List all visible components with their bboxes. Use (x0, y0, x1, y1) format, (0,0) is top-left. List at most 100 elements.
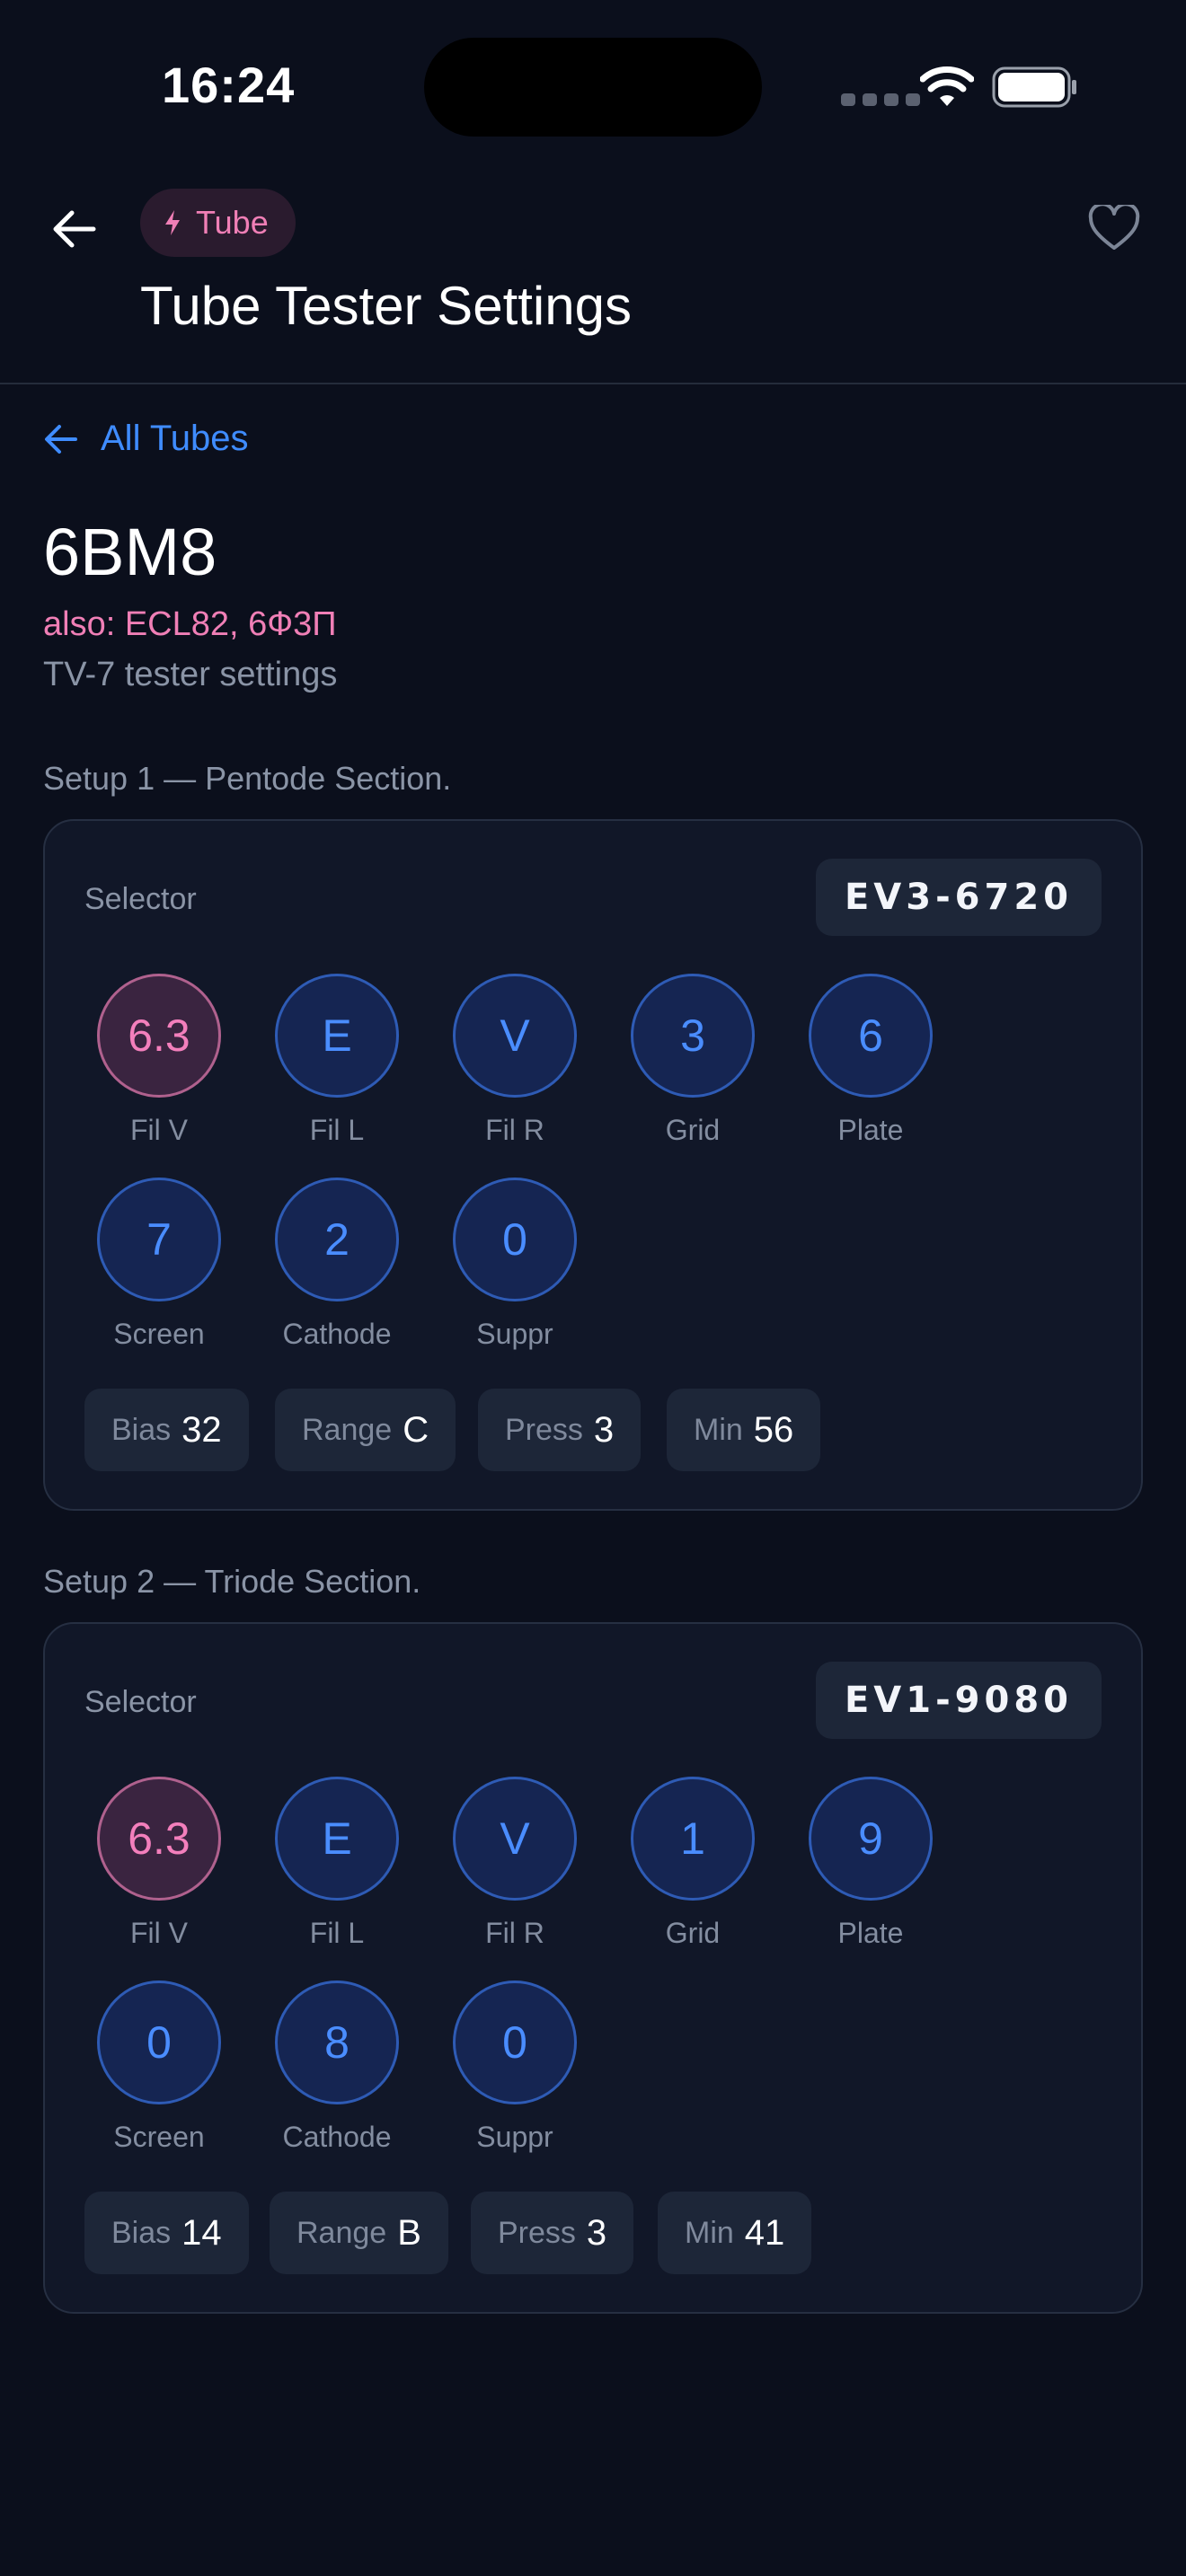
param-key: Press (498, 2215, 576, 2250)
dial-caption: Suppr (476, 2121, 553, 2153)
selector-code: EV3-6720 (815, 859, 1102, 936)
param-press: Press 3 (471, 2192, 634, 2274)
dial-suppr: 0 Suppr (426, 1981, 604, 2154)
status-time: 16:24 (162, 57, 296, 113)
param-key: Bias (111, 2215, 172, 2250)
dial-grid: 1 Grid (604, 1777, 782, 1950)
dial-value: 6.3 (97, 974, 221, 1098)
dial-suppr: 0 Suppr (426, 1178, 604, 1351)
dial-caption: Cathode (282, 1318, 392, 1350)
dial-fil-r: V Fil R (426, 974, 604, 1147)
setup-label: Setup 1 — Pentode Section. (43, 760, 452, 797)
dial-value: 3 (631, 974, 755, 1098)
selector-code: EV1-9080 (815, 1662, 1102, 1739)
arrow-left-icon (45, 424, 77, 454)
dynamic-island (424, 38, 762, 137)
header: Tube Tube Tester Settings (0, 171, 1186, 384)
dial-caption: Grid (665, 1917, 721, 1949)
param-key: Range (296, 2215, 387, 2250)
dial-value: 6.3 (97, 1777, 221, 1901)
selector-label: Selector (84, 1685, 197, 1719)
param-value: 41 (744, 2212, 785, 2253)
selector-label: Selector (84, 882, 197, 916)
wifi-icon (920, 66, 974, 106)
param-key: Bias (111, 1412, 172, 1447)
dial-caption: Cathode (282, 2121, 392, 2153)
dial-grid: 3 Grid (604, 974, 782, 1147)
dial-value: V (453, 1777, 577, 1901)
status-bar: 16:24 (0, 0, 1186, 171)
all-tubes-link[interactable]: All Tubes (43, 419, 249, 459)
dial-value: 0 (453, 1178, 577, 1301)
heart-icon (1088, 205, 1140, 250)
dial-cathode: 8 Cathode (248, 1981, 426, 2154)
param-value: B (397, 2212, 421, 2253)
param-value: 14 (181, 2212, 222, 2253)
dial-fil-l: E Fil L (248, 1777, 426, 1950)
param-bias: Bias 32 (84, 1389, 249, 1471)
dial-caption: Fil V (130, 1114, 188, 1146)
param-value: 56 (753, 1409, 794, 1450)
param-key: Min (685, 2215, 734, 2250)
dial-caption: Fil R (485, 1917, 544, 1949)
dial-value: 9 (809, 1777, 933, 1901)
dial-value: 2 (275, 1178, 399, 1301)
dial-value: 0 (453, 1981, 577, 2104)
dial-screen: 7 Screen (70, 1178, 248, 1351)
dial-value: 6 (809, 974, 933, 1098)
param-press: Press 3 (478, 1389, 642, 1471)
setup-card: Selector EV3-6720 6.3 Fil V E Fil L V Fi… (43, 819, 1143, 1511)
param-range: Range C (275, 1389, 456, 1471)
param-bias: Bias 14 (84, 2192, 249, 2274)
param-value: 3 (586, 2212, 607, 2253)
param-key: Min (694, 1412, 743, 1447)
dial-caption: Plate (837, 1114, 904, 1146)
dial-caption: Screen (113, 2121, 205, 2153)
dial-value: 1 (631, 1777, 755, 1901)
param-value: 32 (181, 1409, 222, 1450)
screen: 16:24 Tube Tube Tester Settings All Tube… (0, 0, 1186, 2576)
dial-screen: 0 Screen (70, 1981, 248, 2154)
dial-value: E (275, 974, 399, 1098)
dial-plate: 6 Plate (782, 974, 960, 1147)
dial-value: V (453, 974, 577, 1098)
dial-value: E (275, 1777, 399, 1901)
param-min: Min 41 (658, 2192, 812, 2274)
dial-caption: Suppr (476, 1318, 553, 1350)
dial-caption: Fil L (309, 1114, 365, 1146)
dial-caption: Plate (837, 1917, 904, 1949)
all-tubes-label: All Tubes (101, 419, 249, 458)
dial-fil-v: 6.3 Fil V (70, 974, 248, 1147)
dial-value: 7 (97, 1178, 221, 1301)
bolt-icon (165, 210, 180, 235)
favorite-button[interactable] (1084, 198, 1145, 259)
dial-fil-r: V Fil R (426, 1777, 604, 1950)
param-range: Range B (270, 2192, 448, 2274)
page-title: Tube Tester Settings (140, 276, 632, 336)
dial-caption: Fil V (130, 1917, 188, 1949)
dial-value: 0 (97, 1981, 221, 2104)
param-key: Press (505, 1412, 583, 1447)
cellular-signal-icon (841, 93, 920, 106)
dial-fil-l: E Fil L (248, 974, 426, 1147)
dial-caption: Grid (665, 1114, 721, 1146)
param-value: 3 (593, 1409, 615, 1450)
param-min: Min 56 (667, 1389, 821, 1471)
arrow-left-icon (53, 210, 96, 248)
dial-plate: 9 Plate (782, 1777, 960, 1950)
setup-label: Setup 2 — Triode Section. (43, 1563, 421, 1600)
tube-aliases: also: ECL82, 6Ф3П (43, 605, 337, 643)
dial-cathode: 2 Cathode (248, 1178, 426, 1351)
tube-subtitle: TV-7 tester settings (43, 656, 338, 693)
back-button[interactable] (43, 198, 106, 260)
dial-caption: Screen (113, 1318, 205, 1350)
dial-caption: Fil L (309, 1917, 365, 1949)
category-chip-label: Tube (196, 204, 269, 241)
dial-caption: Fil R (485, 1114, 544, 1146)
tube-name: 6BM8 (43, 515, 217, 589)
category-chip[interactable]: Tube (140, 189, 296, 257)
setup-card: Selector EV1-9080 6.3 Fil V E Fil L V Fi… (43, 1622, 1143, 2314)
param-value: C (403, 1409, 429, 1450)
dial-value: 8 (275, 1981, 399, 2104)
param-key: Range (302, 1412, 393, 1447)
